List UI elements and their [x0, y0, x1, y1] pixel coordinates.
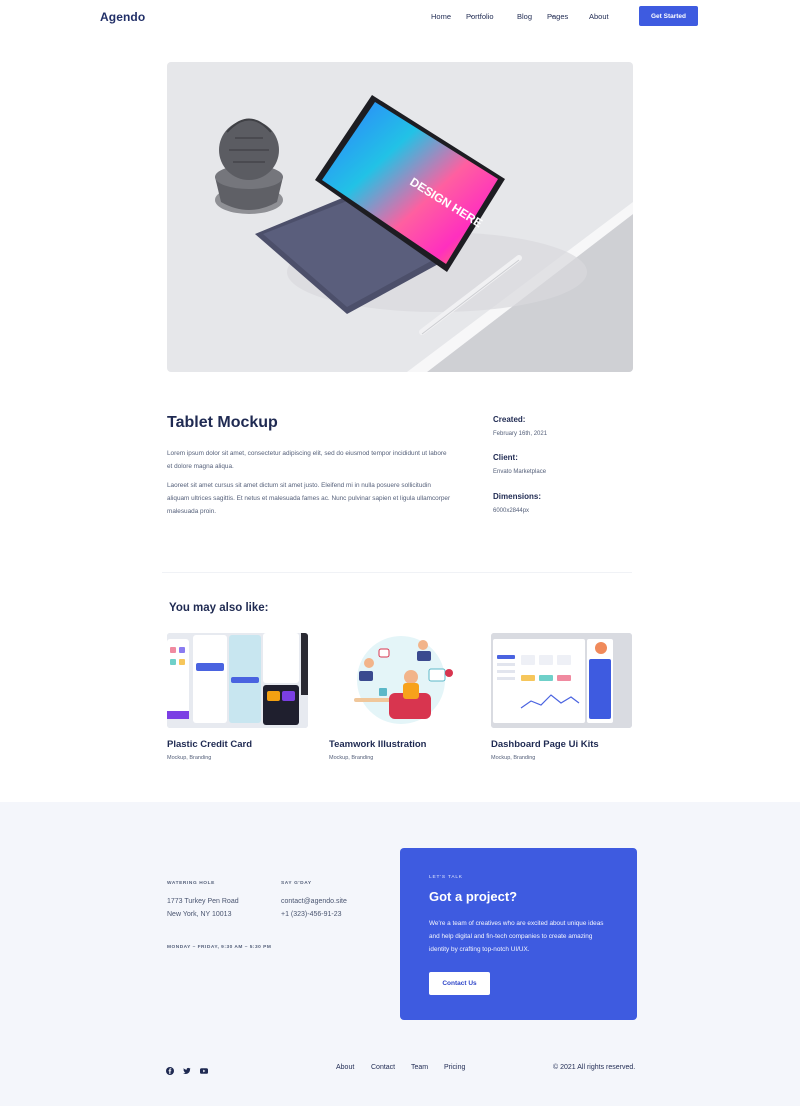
related-card-title[interactable]: Plastic Credit Card — [167, 739, 252, 750]
meta-label-dimensions: Dimensions: — [493, 492, 542, 501]
top-navigation: Agendo Home Portfolio ⌄ Blog Pages ⌄ About… — [0, 0, 800, 34]
contact-phone-link[interactable]: +1 (323)-456-91-23 — [281, 908, 342, 921]
address-line-2: New York, NY 10013 — [167, 911, 232, 918]
chevron-down-icon: ⌄ — [550, 13, 556, 19]
copyright: © 2021 All rights reserved. — [553, 1064, 636, 1071]
tablet-mockup-illustration: DESIGN HERE — [215, 95, 633, 372]
address-line-1: 1773 Turkey Pen Road — [167, 898, 239, 905]
project-hero-image: DESIGN HERE — [167, 62, 633, 372]
cta-title: Got a project? — [429, 889, 518, 904]
footer-link-pricing[interactable]: Pricing — [444, 1064, 465, 1071]
nav-item-label: Home — [431, 12, 452, 21]
related-heading: You may also like: — [169, 602, 269, 614]
meta-value-created: February 16th, 2021 — [493, 431, 548, 437]
contact-us-button[interactable]: Contact Us — [429, 972, 490, 995]
cta-body: We're a team of creatives who are excite… — [429, 920, 604, 953]
related-card-title[interactable]: Teamwork Illustration — [329, 739, 426, 750]
related-card-image-teamwork[interactable] — [329, 633, 470, 728]
related-card-tags: Mockup, Branding — [491, 755, 536, 761]
business-hours: MONDAY – FRIDAY, 9:30 AM – 5:30 PM — [167, 945, 272, 950]
footer: WATERING HOLE 1773 Turkey Pen Road New Y… — [0, 802, 800, 1106]
footer-link-contact[interactable]: Contact — [371, 1064, 395, 1071]
chevron-down-icon: ⌄ — [469, 13, 475, 19]
twitter-icon[interactable] — [183, 1067, 191, 1075]
nav-item-label: About — [589, 12, 609, 21]
facebook-icon[interactable] — [166, 1067, 174, 1075]
project-description: Lorem ipsum dolor sit amet, consectetur … — [167, 450, 447, 470]
project-title: Tablet Mockup — [167, 414, 278, 431]
youtube-icon[interactable] — [200, 1067, 208, 1075]
cta-eyebrow: LET'S TALK — [429, 875, 463, 880]
footer-link-team[interactable]: Team — [411, 1064, 428, 1071]
project-description: Laoreet sit amet cursus sit amet dictum … — [167, 482, 451, 515]
related-card-tags: Mockup, Branding — [329, 755, 374, 761]
teamwork-illustration-thumbnail — [329, 633, 470, 728]
meta-value-dimensions: 6000x2844px — [493, 508, 530, 514]
related-card-title[interactable]: Dashboard Page Ui Kits — [491, 739, 599, 750]
meta-value-client: Envato Marketplace — [493, 469, 547, 475]
contact-email-link[interactable]: contact@agendo.site — [281, 895, 347, 908]
related-card-image-credit-card[interactable] — [167, 633, 308, 728]
contact-label: SAY G'DAY — [281, 881, 312, 886]
get-started-button[interactable]: Get Started — [639, 6, 698, 26]
related-card-image-dashboard[interactable] — [491, 633, 632, 728]
footer-link-about[interactable]: About — [336, 1064, 354, 1071]
logo[interactable]: Agendo — [100, 10, 145, 24]
credit-card-ui-thumbnail — [167, 633, 308, 728]
meta-label-created: Created: — [493, 415, 526, 424]
nav-item-label: Blog — [517, 12, 533, 21]
meta-label-client: Client: — [493, 453, 518, 462]
contact-cta-panel: LET'S TALK Got a project? We're a team o… — [400, 848, 637, 1020]
divider — [162, 572, 632, 573]
address-label: WATERING HOLE — [167, 881, 215, 886]
dashboard-ui-thumbnail — [491, 633, 632, 728]
related-card-tags: Mockup, Branding — [167, 755, 212, 761]
